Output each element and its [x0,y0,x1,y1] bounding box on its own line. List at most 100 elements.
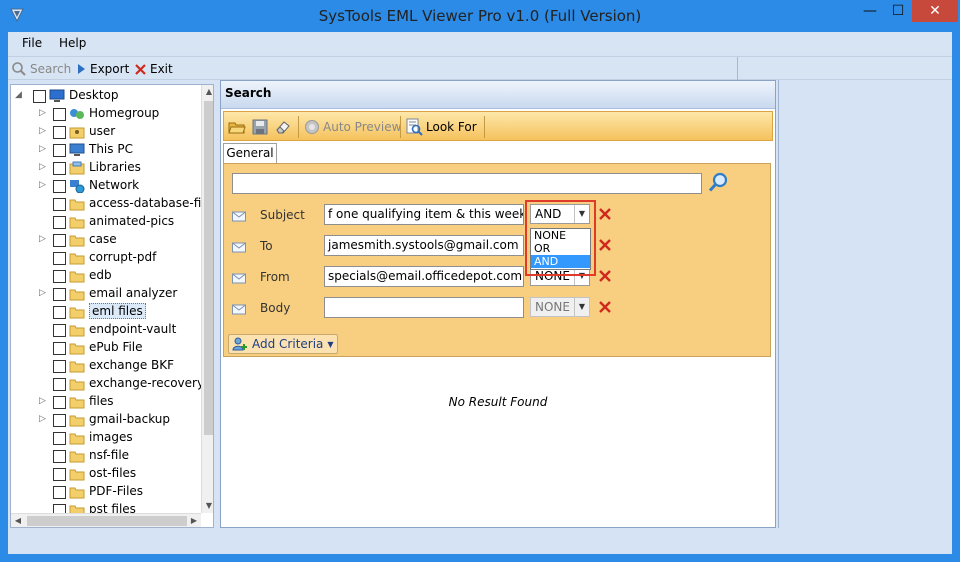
scroll-up-icon[interactable]: ▲ [202,85,213,99]
vertical-scroll-thumb[interactable] [204,101,213,435]
operator-dropdown-list[interactable]: NONE OR AND [530,228,591,270]
operator-option[interactable]: OR [531,242,590,255]
close-window-button[interactable]: ✕ [912,0,958,22]
minimize-button[interactable]: — [856,0,884,22]
collapse-arrow-icon[interactable]: ◢ [15,90,23,102]
tree-checkbox[interactable] [33,90,46,103]
criteria-value-input[interactable]: specials@email.officedepot.com [324,266,524,287]
expand-arrow-icon[interactable]: ▷ [39,108,47,120]
tree-checkbox[interactable] [53,216,66,229]
delete-criteria-icon[interactable] [598,269,612,283]
auto-preview-button[interactable]: Auto Preview [304,118,401,136]
tree-checkbox[interactable] [53,468,66,481]
expand-arrow-icon[interactable]: ▷ [39,414,47,426]
tree-item[interactable]: ▷ case [11,231,201,249]
search-button[interactable]: Search [11,61,71,77]
operator-option[interactable]: AND [531,255,590,268]
tree-checkbox[interactable] [53,486,66,499]
expand-arrow-icon[interactable]: ▷ [39,126,47,138]
expand-arrow-icon[interactable]: ▷ [39,234,47,246]
scroll-down-icon[interactable]: ▼ [202,499,213,513]
tree-checkbox[interactable] [53,396,66,409]
criteria-value-input[interactable] [324,297,524,318]
tree-checkbox[interactable] [53,432,66,445]
tree-item[interactable]: access-database-file [11,195,212,213]
tree-item[interactable]: ePub File [11,339,201,357]
tree-item[interactable]: images [11,429,201,447]
menu-file[interactable]: File [22,36,42,50]
maximize-button[interactable]: ☐ [884,0,912,22]
tree-checkbox[interactable] [53,144,66,157]
tree-horizontal-scrollbar[interactable]: ◀ ▶ [11,513,201,527]
envelope-icon [232,211,246,222]
dropdown-arrow-icon[interactable]: ▼ [574,298,589,316]
scroll-right-icon[interactable]: ▶ [187,514,201,527]
add-criteria-button[interactable]: Add Criteria ▼ [228,334,338,354]
delete-criteria-icon[interactable] [598,300,612,314]
criteria-value-input[interactable]: f one qualifying item & this week's ad [324,204,524,225]
tree-checkbox[interactable] [53,288,66,301]
export-button[interactable]: Export [75,61,129,77]
tree-item[interactable]: ▷ Homegroup [11,105,201,123]
tree-checkbox[interactable] [53,342,66,355]
search-go-icon[interactable] [708,171,730,193]
tree-checkbox[interactable] [53,360,66,373]
menu-help[interactable]: Help [59,36,86,50]
tree-item[interactable]: edb [11,267,201,285]
tree-checkbox[interactable] [53,324,66,337]
tree-vertical-scrollbar[interactable]: ▲ ▼ [201,85,213,513]
tab-general[interactable]: General [223,143,277,163]
tree-item-label: exchange BKF [89,358,175,372]
main-search-input[interactable] [232,173,702,194]
tree-checkbox[interactable] [53,180,66,193]
tree-item[interactable]: exchange-recovery [11,375,204,393]
tree-item[interactable]: ost-files [11,465,201,483]
tree-checkbox[interactable] [53,450,66,463]
expand-arrow-icon[interactable]: ▷ [39,288,47,300]
tree-item[interactable]: eml files [11,303,201,321]
tree-checkbox[interactable] [53,126,66,139]
expand-arrow-icon[interactable]: ▷ [39,144,47,156]
auto-preview-label: Auto Preview [323,120,402,134]
look-for-button[interactable]: Look For [405,118,477,136]
operator-select[interactable]: NONE ▼ [530,297,590,317]
expand-arrow-icon[interactable]: ▷ [39,396,47,408]
tree-checkbox[interactable] [53,162,66,175]
tree-item[interactable]: ▷ user [11,123,201,141]
tree-item[interactable]: corrupt-pdf [11,249,201,267]
tree-item[interactable]: ▷ Libraries [11,159,201,177]
tree-checkbox[interactable] [53,414,66,427]
open-folder-icon[interactable] [228,118,246,136]
tree-item[interactable]: endpoint-vault [11,321,201,339]
tree-root-desktop[interactable]: ◢ Desktop [11,87,201,105]
tree-checkbox[interactable] [53,378,66,391]
tree-checkbox[interactable] [53,270,66,283]
criteria-value-input[interactable]: jamesmith.systools@gmail.com [324,235,524,256]
tree-checkbox[interactable] [53,234,66,247]
tree-item[interactable]: ▷ Network [11,177,201,195]
tree-item[interactable]: animated-pics [11,213,201,231]
delete-criteria-icon[interactable] [598,207,612,221]
operator-option[interactable]: NONE [531,229,590,242]
horizontal-scroll-thumb[interactable] [27,516,187,526]
expand-arrow-icon[interactable]: ▷ [39,180,47,192]
delete-criteria-icon[interactable] [598,238,612,252]
tree-checkbox[interactable] [53,252,66,265]
exit-button[interactable]: Exit [134,61,173,77]
tree-item[interactable]: PDF-Files [11,483,201,501]
tree-checkbox[interactable] [53,108,66,121]
expand-arrow-icon[interactable]: ▷ [39,162,47,174]
save-icon[interactable] [252,118,268,136]
no-result-text: No Result Found [448,395,548,409]
eraser-icon[interactable] [274,118,292,136]
tree-item[interactable]: ▷ This PC [11,141,201,159]
folder-icon [69,199,85,211]
tree-item[interactable]: ▷ gmail-backup [11,411,201,429]
tree-checkbox[interactable] [53,306,66,319]
scroll-left-icon[interactable]: ◀ [11,514,25,527]
tree-item[interactable]: ▷ email analyzer [11,285,201,303]
tree-checkbox[interactable] [53,198,66,211]
tree-item[interactable]: ▷ files [11,393,201,411]
tree-item[interactable]: nsf-file [11,447,201,465]
tree-item[interactable]: exchange BKF [11,357,201,375]
